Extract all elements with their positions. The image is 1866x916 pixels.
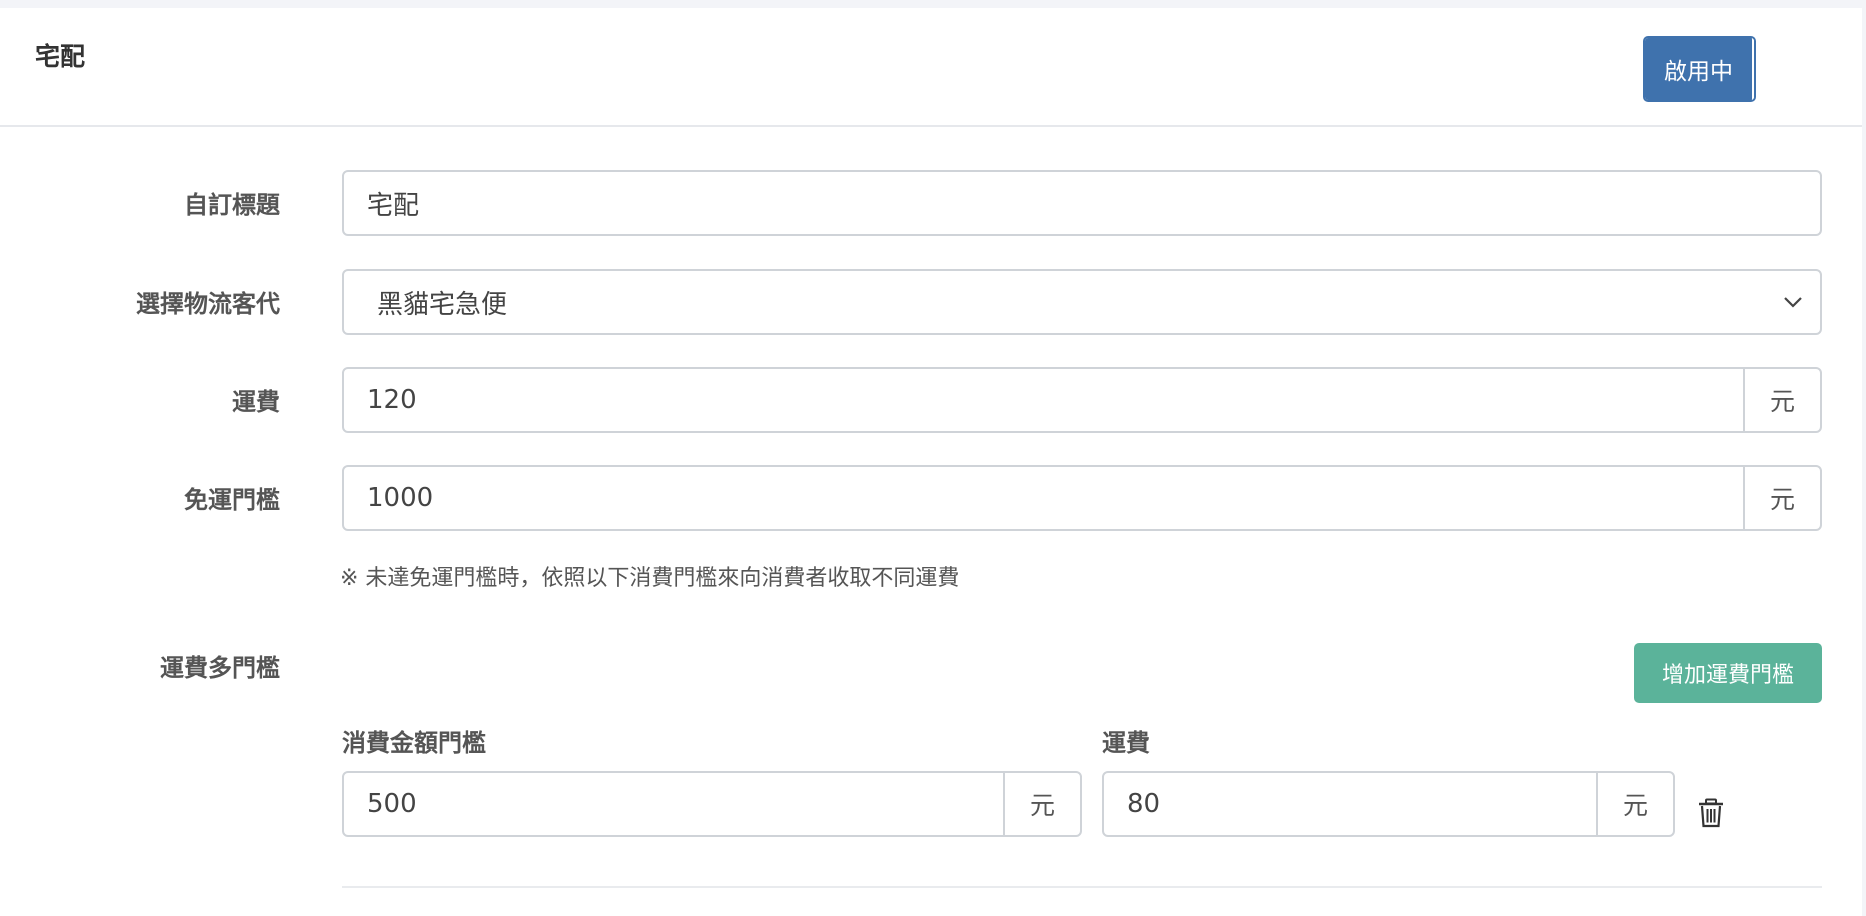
- free-threshold-value: 1000: [367, 483, 434, 513]
- toggle-label: 啟用中: [1645, 38, 1752, 100]
- chevron-down-icon: [1784, 297, 1802, 308]
- card-header: 宅配 啟用中: [0, 8, 1862, 127]
- shipping-fee-label: 運費: [232, 388, 280, 416]
- section-divider: [342, 886, 1822, 888]
- tiers-label: 運費多門檻: [160, 654, 280, 682]
- logistics-label: 選擇物流客代: [136, 290, 280, 318]
- custom-title-label: 自訂標題: [184, 191, 280, 219]
- tier-amount-unit: 元: [1003, 773, 1080, 835]
- free-threshold-unit: 元: [1743, 467, 1820, 529]
- add-tier-button[interactable]: 增加運費門檻: [1634, 643, 1822, 703]
- tier-fee-header: 運費: [1102, 729, 1150, 757]
- shipping-fee-value: 120: [367, 385, 417, 415]
- toggle-handle: [1752, 38, 1754, 100]
- shipping-method-card: 宅配 啟用中 自訂標題 宅配 選擇物流客代 黑貓宅急便 運費 120 元 免運門…: [0, 8, 1862, 916]
- threshold-hint: ※ 未達免運門檻時，依照以下消費門檻來向消費者收取不同運費: [340, 566, 960, 591]
- enable-toggle[interactable]: 啟用中: [1643, 36, 1756, 102]
- tier-fee-unit: 元: [1596, 773, 1673, 835]
- logistics-value: 黑貓宅急便: [377, 289, 508, 320]
- free-threshold-label: 免運門檻: [184, 486, 280, 514]
- custom-title-value: 宅配: [367, 190, 420, 221]
- logistics-select[interactable]: 黑貓宅急便: [342, 269, 1822, 335]
- card-title: 宅配: [35, 42, 86, 71]
- tier-fee-value: 80: [1127, 789, 1161, 819]
- custom-title-input[interactable]: 宅配: [342, 170, 1822, 236]
- tier-amount-input[interactable]: 500 元: [342, 771, 1082, 837]
- tier-amount-header: 消費金額門檻: [342, 729, 486, 757]
- tier-fee-input[interactable]: 80 元: [1102, 771, 1675, 837]
- free-threshold-input[interactable]: 1000 元: [342, 465, 1822, 531]
- tier-amount-value: 500: [367, 789, 417, 819]
- shipping-fee-input[interactable]: 120 元: [342, 367, 1822, 433]
- shipping-fee-unit: 元: [1743, 369, 1820, 431]
- trash-icon[interactable]: [1697, 798, 1725, 828]
